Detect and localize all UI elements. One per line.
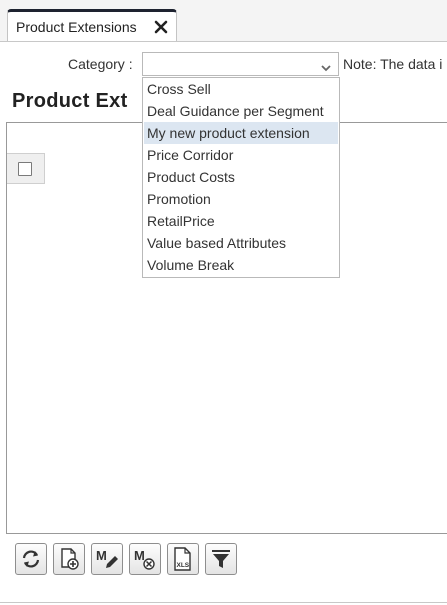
bottom-divider: [0, 602, 447, 603]
refresh-icon: [22, 550, 40, 568]
dropdown-option-price-corridor[interactable]: Price Corridor: [144, 144, 338, 166]
category-dropdown-list: Cross Sell Deal Guidance per Segment My …: [142, 77, 340, 278]
filter-icon: [212, 550, 230, 568]
dropdown-option-deal-guidance[interactable]: Deal Guidance per Segment: [144, 100, 338, 122]
mass-edit-icon: M: [96, 548, 118, 568]
grid-select-all-cell: [7, 153, 45, 184]
xls-label: XLS: [177, 562, 190, 569]
select-all-checkbox[interactable]: [18, 162, 32, 176]
refresh-button[interactable]: [15, 543, 47, 575]
export-xls-button[interactable]: XLS: [167, 543, 199, 575]
svg-text:M: M: [134, 548, 145, 563]
chevron-down-icon: [320, 60, 332, 72]
category-label: Category :: [68, 56, 133, 72]
close-icon[interactable]: [153, 19, 169, 35]
tab-label: Product Extensions: [16, 19, 137, 35]
mass-delete-icon: M: [134, 548, 155, 570]
filter-button[interactable]: [205, 543, 237, 575]
dropdown-option-product-costs[interactable]: Product Costs: [144, 166, 338, 188]
add-button[interactable]: [53, 543, 85, 575]
dropdown-option-volume-break[interactable]: Volume Break: [144, 254, 338, 276]
category-select[interactable]: [142, 52, 339, 76]
export-xls-icon: XLS: [174, 547, 191, 571]
dropdown-option-value-based-attributes[interactable]: Value based Attributes: [144, 232, 338, 254]
tab-product-extensions[interactable]: Product Extensions: [7, 9, 177, 41]
note-text: Note: The data i: [343, 56, 443, 72]
mass-edit-button[interactable]: M: [91, 543, 123, 575]
svg-text:M: M: [96, 548, 107, 563]
dropdown-option-promotion[interactable]: Promotion: [144, 188, 338, 210]
dropdown-option-retailprice[interactable]: RetailPrice: [144, 210, 338, 232]
mass-delete-button[interactable]: M: [129, 543, 161, 575]
tab-strip: Product Extensions: [0, 0, 447, 42]
add-document-icon: [61, 548, 79, 570]
page-title: Product Ext: [12, 90, 128, 112]
dropdown-option-my-new-product-extension[interactable]: My new product extension: [144, 122, 338, 144]
dropdown-option-cross-sell[interactable]: Cross Sell: [144, 78, 338, 100]
